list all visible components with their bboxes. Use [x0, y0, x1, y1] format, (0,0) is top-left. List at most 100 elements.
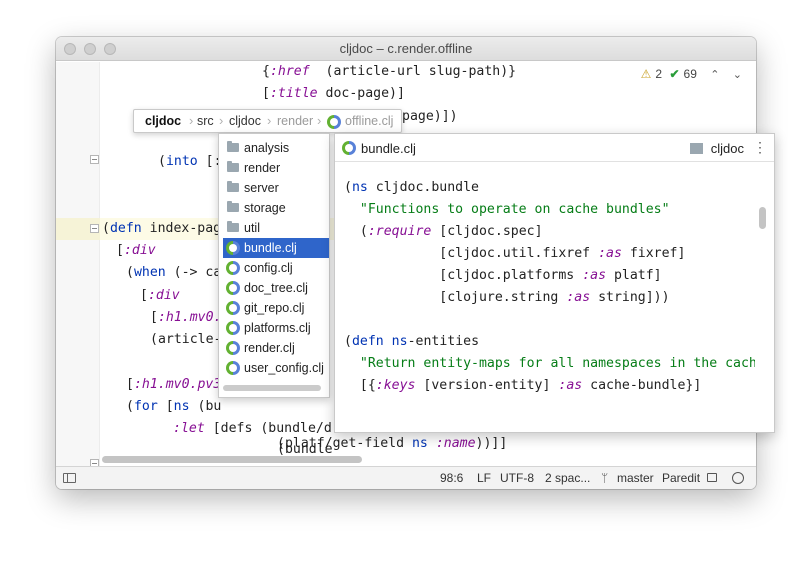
- code-line: [:div: [116, 243, 156, 258]
- previous-highlight-icon[interactable]: ⌃: [710, 68, 719, 81]
- preview-code-line: (ns cljdoc.bundle: [344, 180, 479, 195]
- preview-code-line: (defn ns-entities: [344, 334, 480, 349]
- navigation-bar: cljdoc › src › cljdoc › render › offline…: [133, 109, 402, 133]
- fold-marker[interactable]: [90, 155, 99, 164]
- file-list-item[interactable]: git_repo.clj: [223, 298, 329, 318]
- file-list-item[interactable]: doc_tree.clj: [223, 278, 329, 298]
- folder-icon: [227, 181, 239, 192]
- breadcrumb-item[interactable]: cljdoc: [229, 114, 261, 128]
- file-list-item[interactable]: render: [223, 158, 329, 178]
- file-list-item[interactable]: bundle.clj: [223, 238, 329, 258]
- file-list-label: config.clj: [244, 261, 293, 275]
- code-line: [:h1.mv0.pv3: [126, 377, 222, 392]
- file-list-label: analysis: [244, 141, 290, 155]
- title-bar: cljdoc – c.render.offline: [56, 37, 756, 61]
- file-list-label: git_repo.clj: [244, 301, 305, 315]
- code-line: (into [:: [158, 154, 222, 169]
- file-list-label: render: [244, 161, 281, 175]
- code-line: (platf/get-field ns :name))]]: [277, 436, 508, 451]
- preview-code-line: "Functions to operate on cache bundles": [359, 202, 670, 217]
- breadcrumb-separator: ›: [219, 113, 224, 128]
- ok-count: 69: [683, 67, 697, 81]
- breadcrumb-item[interactable]: offline.clj: [345, 114, 393, 128]
- code-line: [:div: [140, 288, 180, 303]
- file-list-item[interactable]: analysis: [223, 138, 329, 158]
- file-encoding[interactable]: UTF-8: [500, 471, 534, 485]
- preview-file-name: bundle.clj: [361, 141, 416, 156]
- breadcrumb-separator: ›: [267, 113, 272, 128]
- file-list-item[interactable]: config.clj: [223, 258, 329, 278]
- warning-icon: ⚠: [640, 67, 652, 81]
- breadcrumb-separator: ›: [189, 113, 194, 128]
- clojure-file-icon: [226, 341, 240, 355]
- check-icon: ✔: [669, 67, 680, 81]
- breadcrumb-item[interactable]: src: [197, 114, 214, 128]
- file-list-label: server: [244, 181, 279, 195]
- next-highlight-icon[interactable]: ⌄: [733, 68, 742, 81]
- lock-icon[interactable]: [707, 473, 717, 482]
- file-list-item[interactable]: server: [223, 178, 329, 198]
- file-list-label: render.clj: [244, 341, 295, 355]
- tool-windows-icon[interactable]: [63, 473, 76, 483]
- file-list-item[interactable]: user_config.clj: [223, 358, 329, 378]
- folder-icon: [227, 221, 239, 232]
- more-options-icon[interactable]: ⋮: [753, 139, 767, 156]
- caret-position[interactable]: 98:6: [440, 471, 463, 485]
- code-line: {:href (article-url slug-path)}: [262, 64, 517, 79]
- breadcrumb-item[interactable]: render: [277, 114, 313, 128]
- editor-horizontal-scrollbar[interactable]: [102, 456, 362, 463]
- preview-vertical-scrollbar[interactable]: [759, 207, 766, 229]
- git-branch-icon: ᛘ: [601, 471, 609, 485]
- clojure-file-icon: [327, 115, 341, 129]
- file-list-label: doc_tree.clj: [244, 281, 308, 295]
- file-list-label: util: [244, 221, 260, 235]
- preview-code-line: [cljdoc.platforms :as platf]: [344, 268, 662, 283]
- file-list-item[interactable]: platforms.clj: [223, 318, 329, 338]
- clojure-file-icon: [226, 361, 240, 375]
- warning-count: 2: [655, 67, 663, 81]
- notifications-icon[interactable]: [732, 472, 744, 484]
- clojure-file-icon: [226, 301, 240, 315]
- code-line: (defn index-pag: [102, 221, 222, 236]
- preview-code[interactable]: (ns cljdoc.bundle "Functions to operate …: [335, 163, 774, 432]
- file-list-item[interactable]: util: [223, 218, 329, 238]
- paredit-mode[interactable]: Paredit: [662, 471, 700, 485]
- git-branch[interactable]: master: [617, 471, 654, 485]
- preview-project-name: cljdoc: [710, 141, 744, 156]
- code-line: [:title doc-page)]: [262, 86, 405, 101]
- module-folder-icon: [690, 143, 703, 154]
- folder-icon: [227, 201, 239, 212]
- folder-icon: [227, 161, 239, 172]
- status-bar: 98:6 LF UTF-8 2 spac... ᛘ master Paredit: [56, 466, 756, 489]
- file-preview-popup: bundle.clj cljdoc ⋮ (ns cljdoc.bundle "F…: [334, 133, 775, 433]
- preview-code-line: [{:keys [version-entity] :as cache-bundl…: [344, 378, 702, 393]
- line-separator[interactable]: LF: [477, 471, 491, 485]
- preview-code-line: [clojure.string :as string])): [344, 290, 670, 305]
- fold-marker[interactable]: [90, 459, 99, 466]
- preview-code-line: (:require [cljdoc.spec]: [344, 224, 543, 239]
- file-list-item[interactable]: storage: [223, 198, 329, 218]
- breadcrumb-separator: ›: [317, 113, 322, 128]
- code-line: (article-: [150, 332, 222, 347]
- code-line: (when (-> ca: [126, 265, 222, 280]
- breadcrumb-item[interactable]: cljdoc: [145, 114, 181, 128]
- file-list-label: user_config.clj: [244, 361, 324, 375]
- inspection-widget[interactable]: ⚠ 2 ✔ 69 ⌃ ⌄: [641, 67, 746, 85]
- indent-setting[interactable]: 2 spac...: [545, 471, 590, 485]
- window-title: cljdoc – c.render.offline: [339, 41, 473, 56]
- clojure-file-icon: [226, 281, 240, 295]
- folder-contents-popup: analysis render server storage util bundle.cl…: [218, 133, 330, 398]
- clojure-file-icon: [226, 321, 240, 335]
- folder-icon: [227, 141, 239, 152]
- file-list-item[interactable]: render.clj: [223, 338, 329, 358]
- file-list-label: platforms.clj: [244, 321, 311, 335]
- code-line: page)]): [402, 109, 458, 124]
- code-line: [:h1.mv0.: [150, 310, 222, 325]
- preview-code-line: "Return entity-maps for all namespaces i…: [359, 356, 755, 371]
- code-line: (for [ns (bu: [126, 399, 222, 414]
- clojure-file-icon: [226, 261, 240, 275]
- editor-gutter[interactable]: [56, 62, 100, 466]
- popup-scrollbar[interactable]: [223, 385, 321, 391]
- fold-marker[interactable]: [90, 224, 99, 233]
- clojure-file-icon: [226, 241, 240, 255]
